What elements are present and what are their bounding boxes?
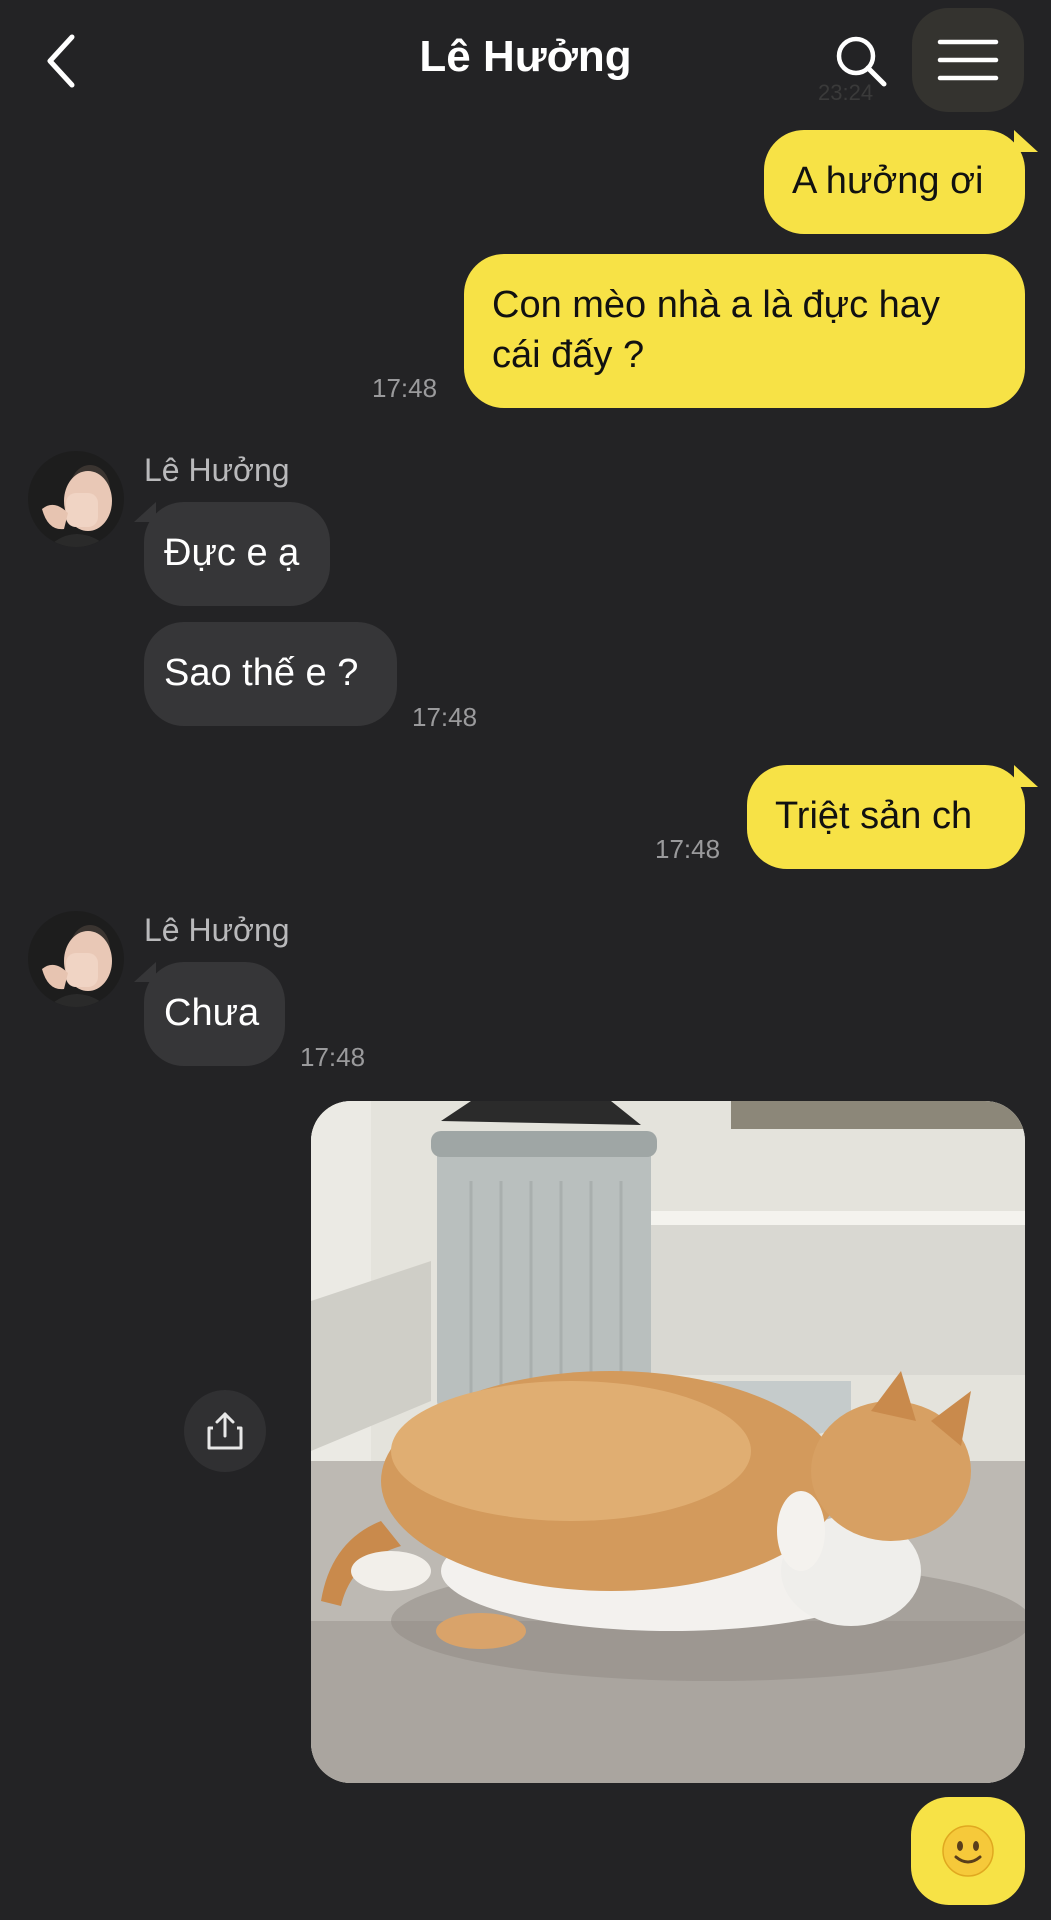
message-bubble-outgoing[interactable]: Con mèo nhà a là đực hay cái đấy ?: [464, 254, 1025, 408]
search-icon: [836, 36, 887, 87]
message-text: Chưa: [164, 992, 260, 1034]
message-bubble-outgoing[interactable]: A hưởng ơi: [764, 130, 1025, 234]
avatar-image: [28, 451, 124, 547]
message-text: Con mèo nhà a là đực hay cái đấy ?: [492, 284, 940, 376]
message-timestamp: 17:48: [372, 373, 438, 403]
photo-message[interactable]: [311, 1101, 1025, 1783]
bubble-tail: [134, 962, 156, 982]
message-bubble-incoming[interactable]: Đực e ạ: [144, 502, 330, 606]
message-bubble-outgoing[interactable]: Triệt sản ch: [747, 765, 1025, 869]
message-text: A hưởng ơi: [792, 160, 984, 202]
message-text: Đực e ạ: [164, 532, 300, 574]
message-bubble-incoming[interactable]: Sao thế e ?: [144, 622, 397, 726]
bubble-tail: [1014, 130, 1038, 152]
cat-photo-image: [311, 1101, 1025, 1783]
share-icon: [207, 1412, 243, 1450]
message-timestamp: 17:48: [412, 702, 478, 732]
chat-header: Lê Hưởng 23:24: [0, 0, 1051, 120]
message-bubble-incoming[interactable]: Chưa: [144, 962, 285, 1066]
smiley-emoji-icon: [942, 1825, 994, 1877]
message-text: Sao thế e ?: [164, 652, 359, 694]
avatar[interactable]: [28, 451, 124, 547]
sender-name: Lê Hưởng: [144, 912, 290, 948]
search-button[interactable]: [826, 26, 896, 96]
avatar-image: [28, 911, 124, 1007]
menu-button[interactable]: [912, 8, 1024, 112]
message-timestamp: 17:48: [655, 834, 721, 864]
sender-name: Lê Hưởng: [144, 452, 290, 488]
bubble-tail: [134, 502, 156, 522]
hamburger-menu-icon: [937, 39, 999, 81]
message-timestamp: 17:48: [300, 1042, 366, 1072]
share-button[interactable]: [184, 1390, 266, 1472]
bubble-tail: [1014, 765, 1038, 787]
avatar[interactable]: [28, 911, 124, 1007]
emoji-button[interactable]: [911, 1797, 1025, 1905]
message-text: Triệt sản ch: [775, 795, 973, 837]
